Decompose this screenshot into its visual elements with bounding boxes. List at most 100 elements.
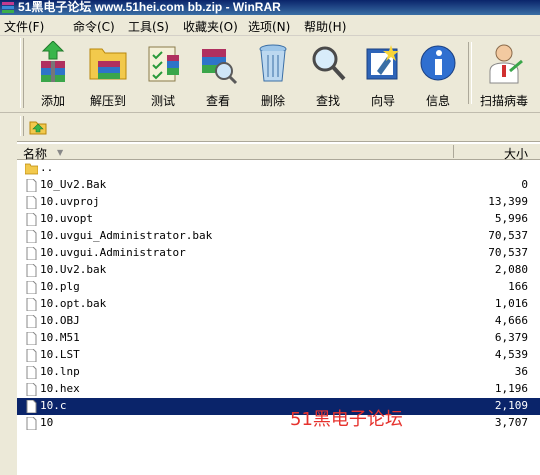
file-name: 10_Uv2.Bak (40, 178, 107, 191)
file-row[interactable]: 10_Uv2.Bak 0 (17, 177, 540, 194)
add-button[interactable]: 添加 (25, 39, 81, 109)
file-name: 10.uvopt (40, 212, 93, 225)
file-size: 13,399 (488, 195, 528, 208)
file-size: 36 (514, 365, 528, 378)
file-name: 10.Uv2.bak (40, 263, 107, 276)
file-size: 6,379 (494, 331, 528, 344)
file-row[interactable]: 10.uvproj 13,399 (17, 194, 540, 211)
file-name: 10.lnp (40, 365, 80, 378)
path-bar (0, 113, 540, 142)
left-strip (0, 141, 17, 475)
menu-bar: 文件(F) 命令(C) 工具(S) 收藏夹(O) 选项(N) 帮助(H) (0, 15, 540, 36)
file-icon (26, 298, 37, 311)
wizard-icon (366, 45, 399, 80)
toolbar-separator (468, 42, 472, 104)
file-row[interactable]: 10 3,707 (17, 415, 540, 432)
file-name: 10.LST (40, 348, 80, 361)
delete-button[interactable]: 删除 (245, 39, 301, 109)
find-button[interactable]: 查找 (300, 39, 356, 109)
parent-folder-name: .. (40, 161, 54, 174)
toolbar-grip[interactable] (20, 38, 24, 108)
parent-folder-row[interactable]: .. (17, 160, 540, 177)
file-size: 4,666 (494, 314, 528, 327)
file-name: 10.uvproj (40, 195, 100, 208)
file-name: 10.uvgui_Administrator.bak (40, 229, 213, 242)
file-row[interactable]: 10.OBJ 4,666 (17, 313, 540, 330)
file-row[interactable]: 10.hex 1,196 (17, 381, 540, 398)
menu-tools[interactable]: 工具(S) (128, 18, 169, 35)
file-icon (26, 213, 37, 226)
file-name: 10.c (40, 399, 67, 412)
file-row[interactable]: 10.plg 166 (17, 279, 540, 296)
file-icon (26, 349, 37, 362)
file-size: 70,537 (488, 246, 528, 259)
toolbar: 添加 解压到 测试 查看 删除 查找 向导 信息 扫描病毒 (0, 36, 540, 113)
file-size: 1,196 (494, 382, 528, 395)
file-icon (26, 281, 37, 294)
view-icon (202, 49, 238, 85)
menu-options[interactable]: 选项(N) (248, 18, 290, 35)
wizard-button[interactable]: 向导 (355, 39, 411, 109)
test-icon (148, 46, 179, 82)
delete-label: 删除 (260, 94, 285, 108)
up-folder-icon[interactable] (28, 116, 48, 136)
file-size: 2,080 (494, 263, 528, 276)
file-icon (26, 179, 37, 192)
file-icon (26, 196, 37, 209)
file-row[interactable]: 10.uvopt 5,996 (17, 211, 540, 228)
file-icon (26, 332, 37, 345)
column-divider[interactable] (453, 145, 454, 158)
file-icon (26, 247, 37, 260)
title-bar: 51黑电子论坛 www.51hei.com bb.zip - WinRAR (0, 0, 540, 15)
virus-scan-icon (489, 44, 523, 84)
test-label: 测试 (150, 94, 175, 108)
file-name: 10.OBJ (40, 314, 80, 327)
folder-icon (25, 163, 38, 175)
menu-commands[interactable]: 命令(C) (73, 18, 115, 35)
file-name: 10 (40, 416, 54, 429)
find-icon (312, 46, 346, 81)
extract-to-label: 解压到 (89, 94, 126, 108)
add-label: 添加 (40, 94, 65, 108)
file-icon (26, 315, 37, 328)
file-name: 10.M51 (40, 331, 80, 344)
file-icon (26, 366, 37, 379)
file-name: 10.plg (40, 280, 80, 293)
file-icon (26, 383, 37, 396)
file-row[interactable]: 10.uvgui.Administrator 70,537 (17, 245, 540, 262)
view-button[interactable]: 查看 (190, 39, 246, 109)
winrar-app-icon (2, 2, 14, 13)
file-size: 2,109 (494, 399, 528, 412)
virus-scan-label: 扫描病毒 (479, 94, 528, 108)
file-icon (26, 417, 37, 430)
menu-help[interactable]: 帮助(H) (304, 18, 346, 35)
virus-scan-button[interactable]: 扫描病毒 (476, 39, 532, 109)
pathbar-grip[interactable] (20, 116, 24, 136)
test-button[interactable]: 测试 (135, 39, 191, 109)
list-header: 名称 ▼ 大小 (17, 144, 540, 161)
add-archive-icon (41, 41, 65, 82)
file-row-selected[interactable]: 10.c 2,109 (17, 398, 540, 415)
file-row[interactable]: 10.M51 6,379 (17, 330, 540, 347)
menu-file[interactable]: 文件(F) (4, 18, 44, 35)
sort-arrow-icon: ▼ (57, 148, 64, 157)
file-row[interactable]: 10.uvgui_Administrator.bak 70,537 (17, 228, 540, 245)
file-row[interactable]: 10.opt.bak 1,016 (17, 296, 540, 313)
find-label: 查找 (315, 94, 340, 108)
file-icon (26, 400, 37, 413)
info-button[interactable]: 信息 (410, 39, 466, 109)
file-size: 4,539 (494, 348, 528, 361)
file-row[interactable]: 10.LST 4,539 (17, 347, 540, 364)
file-size: 1,016 (494, 297, 528, 310)
file-size: 5,996 (494, 212, 528, 225)
file-row[interactable]: 10.Uv2.bak 2,080 (17, 262, 540, 279)
view-label: 查看 (205, 94, 230, 108)
file-row[interactable]: 10.lnp 36 (17, 364, 540, 381)
file-size: 0 (521, 178, 528, 191)
file-size: 70,537 (488, 229, 528, 242)
extract-to-button[interactable]: 解压到 (80, 39, 136, 109)
file-icon (26, 264, 37, 277)
info-icon (420, 45, 456, 81)
menu-favorites[interactable]: 收藏夹(O) (183, 18, 238, 35)
wizard-label: 向导 (370, 94, 395, 108)
